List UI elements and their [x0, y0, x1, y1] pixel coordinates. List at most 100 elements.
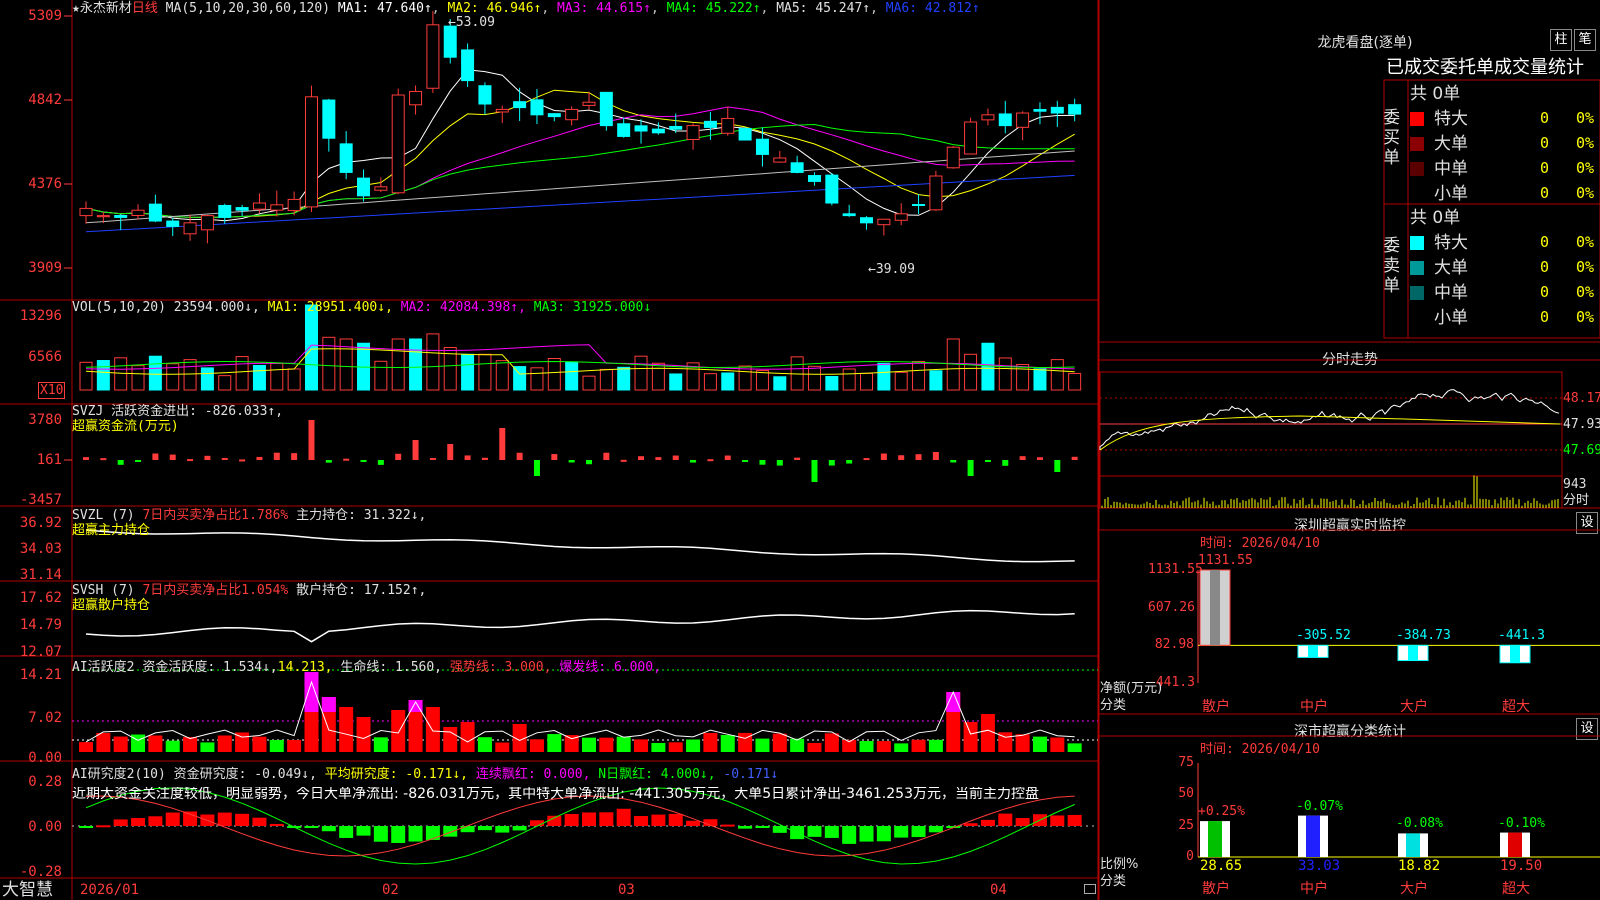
candle-body — [96, 215, 110, 218]
activity-bar — [824, 733, 839, 752]
candle-body — [270, 204, 284, 211]
brand-logo: 大智慧 — [2, 880, 53, 900]
volume-bar — [200, 367, 214, 391]
fund-flow-bar — [343, 458, 350, 461]
ma1-value: MA1: 47.640↑ — [337, 1, 432, 16]
candle-body — [877, 218, 891, 226]
research-bar — [686, 820, 701, 826]
candle-body — [634, 125, 648, 132]
fund-flow-bar — [915, 454, 922, 460]
activity-bar — [460, 722, 475, 752]
volume-bar — [703, 373, 717, 391]
volume-bar — [877, 362, 891, 391]
vol-multiplier[interactable]: X10 — [38, 382, 66, 399]
fund-flow-bar — [932, 452, 939, 460]
svzl-tick: 31.14 — [19, 567, 62, 583]
activity-bar — [616, 736, 631, 752]
candle-body — [912, 204, 926, 207]
szmon-bar — [1397, 644, 1429, 662]
szcls-value-label: 19.50 — [1500, 858, 1543, 874]
szmon-value-label: -441.3 — [1498, 628, 1545, 644]
volume-bar — [547, 357, 561, 391]
activity-bar — [807, 742, 822, 752]
fund-flow-bar — [204, 455, 211, 460]
szcls-bar-fill — [1406, 833, 1420, 857]
lock-icon[interactable] — [1084, 884, 1096, 894]
lhb-title: 龙虎看盘(逐单) — [1317, 35, 1413, 51]
activity-bar — [582, 737, 596, 752]
buy-row-pct: 0% — [1576, 159, 1595, 177]
fund-flow-bar — [152, 453, 159, 460]
szcls-value-label: 33.03 — [1298, 858, 1341, 874]
activity-bar — [425, 707, 440, 752]
szmon-category: 超大 — [1502, 699, 1530, 715]
tick-mode-button[interactable]: 笔 — [1574, 29, 1596, 51]
candle-body — [409, 90, 423, 106]
candle-body — [842, 213, 856, 217]
fund-flow-bar — [291, 453, 298, 460]
candle-body — [148, 203, 162, 222]
volume-bar — [96, 360, 110, 391]
fenshi-avg-line — [1099, 415, 1561, 451]
svzj-sub: 超赢资金流(万元) — [72, 419, 179, 434]
szmon-category: 大户 — [1400, 699, 1428, 715]
volume-bar — [964, 353, 978, 391]
szcls-settings-button[interactable]: 设 — [1576, 718, 1598, 740]
activity-bar — [720, 734, 735, 752]
fund-flow-bar — [377, 460, 384, 465]
ai-act-tick: 0.00 — [28, 750, 62, 766]
candle-body — [894, 213, 908, 221]
szcls-bar — [1200, 821, 1230, 857]
stock-name[interactable]: ★永杰新材 — [72, 1, 132, 16]
fund-flow-bar — [742, 460, 749, 462]
buy-row-pct: 0% — [1576, 109, 1595, 127]
date-tick: 04 — [990, 882, 1007, 898]
fund-flow-bar — [950, 460, 957, 463]
research-bar — [460, 826, 475, 833]
research-bar — [651, 814, 666, 826]
activity-bar — [1032, 736, 1047, 752]
activity-line — [85, 680, 1075, 743]
szmon-ylabel: 净额(万元) — [1100, 681, 1163, 696]
fund-flow-bar — [308, 420, 315, 460]
fund-flow-bar — [759, 460, 766, 465]
period-label[interactable]: 日线 — [132, 1, 158, 16]
retail-holding-line — [85, 609, 1075, 643]
szcls-title: 深市超赢分类统计 — [1294, 724, 1406, 740]
fund-flow-bar — [898, 455, 905, 460]
szmon-settings-button[interactable]: 设 — [1576, 512, 1598, 534]
bar-mode-button[interactable]: 柱 — [1550, 29, 1572, 51]
szcls-tick: 25 — [1178, 817, 1194, 833]
ai-res-header: AI研究度2(10) 资金研究度: -0.049↓, 平均研究度: -0.171… — [72, 767, 779, 782]
candle-body — [686, 125, 700, 140]
svzl-sub: 超赢主力持仓 — [72, 523, 151, 538]
fund-flow-bar — [169, 454, 176, 460]
fund-flow-bar — [967, 460, 974, 476]
candle-body — [738, 127, 752, 141]
volume-bar — [825, 376, 839, 391]
fenshi-tick: 48.17 — [1563, 391, 1600, 406]
szmon-tick: 1131.55 — [1148, 562, 1203, 577]
research-bar — [304, 826, 319, 828]
fund-flow-bar — [429, 457, 436, 460]
szcls-change-label: -0.10% — [1498, 815, 1545, 831]
volume-bar — [530, 367, 544, 391]
candle-body — [964, 121, 978, 155]
activity-bar — [79, 742, 93, 752]
lhb-subtitle: 已成交委托单成交量统计 — [1386, 57, 1584, 78]
sell-orders-label: 委卖单 — [1383, 236, 1400, 296]
volume-bar — [148, 355, 162, 391]
activity-bar — [131, 734, 146, 752]
volume-bar — [1050, 359, 1064, 391]
research-bar — [408, 826, 423, 842]
volume-bar — [1016, 364, 1030, 391]
main-kline-chart[interactable] — [0, 0, 1100, 900]
candle-body — [721, 117, 735, 134]
fund-flow-bar — [499, 428, 506, 460]
svzj-tick: 161 — [36, 452, 62, 468]
svzl-header: SVZL (7) 7日内买卖净占比1.786% 主力持仓: 31.322↓, — [72, 508, 427, 523]
research-bar — [356, 826, 371, 836]
svzj-tick: -3457 — [19, 492, 62, 508]
activity-bar — [599, 737, 614, 752]
svzl-tick: 36.92 — [19, 515, 62, 531]
